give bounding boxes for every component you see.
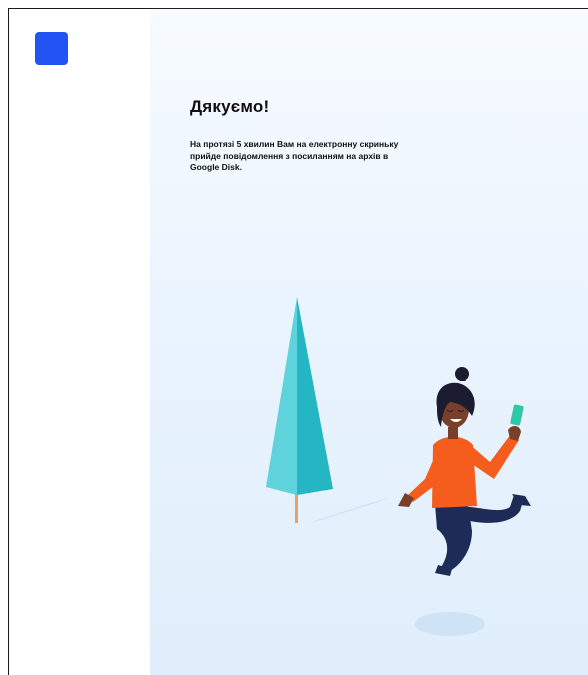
woman-shadow bbox=[415, 612, 485, 636]
tree-left bbox=[266, 297, 297, 495]
tree-shadow bbox=[308, 497, 390, 524]
woman-figure bbox=[398, 367, 531, 576]
sidebar bbox=[9, 9, 150, 675]
phone-icon bbox=[510, 404, 524, 426]
page-frame: Дякуємо! На протязі 5 хвилин Вам на елек… bbox=[8, 8, 588, 675]
tree-right bbox=[297, 297, 333, 495]
main-content: Дякуємо! На протязі 5 хвилин Вам на елек… bbox=[150, 9, 588, 675]
jumping-woman-illustration bbox=[266, 297, 531, 636]
app-logo[interactable] bbox=[35, 32, 68, 65]
tree-icon bbox=[266, 297, 333, 523]
